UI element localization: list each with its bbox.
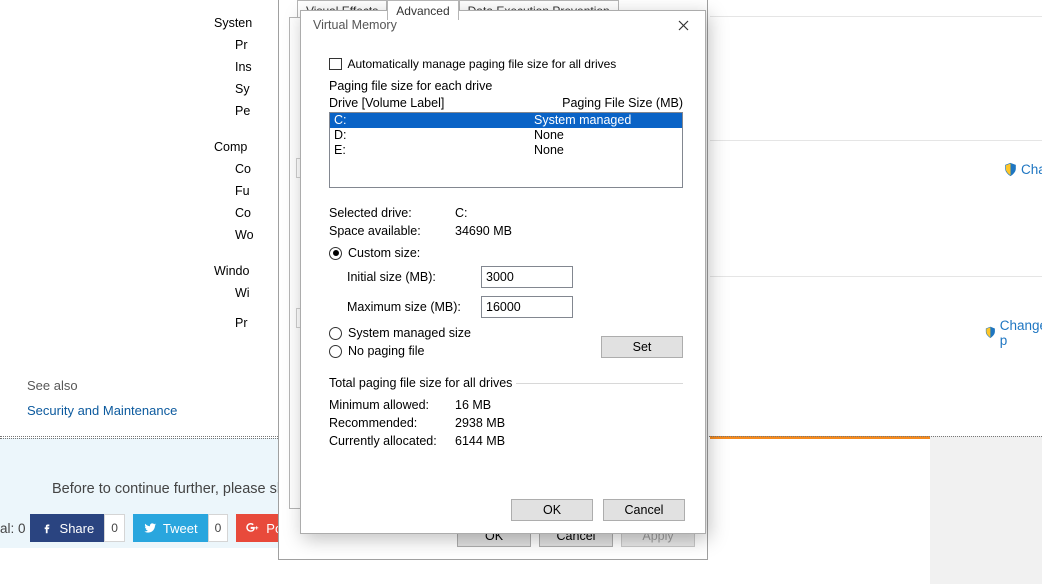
current-row: Currently allocated: 6144 MB [329,434,683,448]
min-allowed-row: Minimum allowed: 16 MB [329,398,683,412]
drive-name: D: [334,128,534,143]
bg-label: Pe [235,104,250,118]
google-plus-icon [246,521,260,535]
bg-label: Comp [214,140,247,154]
bg-label: Sy [235,82,250,96]
change-link[interactable]: Chang [1003,162,1042,177]
custom-size-label: Custom size: [348,246,420,260]
bg-label: Ins [235,60,252,74]
separator [710,140,1042,141]
selected-drive-row: Selected drive: C: [329,206,683,220]
space-available-label: Space available: [329,224,455,238]
sidebar-bg [930,436,1042,584]
totals-legend: Total paging file size for all drives [329,376,516,390]
min-allowed-label: Minimum allowed: [329,398,455,412]
selected-drive-value: C: [455,206,468,220]
no-paging-label: No paging file [348,344,424,358]
bg-label: Co [235,162,251,176]
twitter-tweet-button[interactable]: Tweet [133,514,208,542]
drive-row[interactable]: D: None [330,128,682,143]
facebook-icon [40,521,54,535]
drive-size: None [534,128,564,143]
initial-size-input[interactable] [481,266,573,288]
radio-icon [329,345,342,358]
change-link-text: Chang [1021,162,1042,177]
drive-size: None [534,143,564,158]
drives-group-label: Paging file size for each drive [329,79,683,93]
auto-manage-label: Automatically manage paging file size fo… [348,57,617,71]
bg-label: Windo [214,264,249,278]
drive-name: E: [334,143,534,158]
cancel-button[interactable]: Cancel [603,499,685,521]
total-label: al: 0 [0,521,26,536]
dialog-body: Automatically manage paging file size fo… [301,39,705,458]
bg-label: Systen [214,16,252,30]
separator [710,16,1042,17]
social-row: al: 0 Share 0 Tweet 0 Post [0,514,302,542]
min-allowed-value: 16 MB [455,398,491,412]
auto-manage-row[interactable]: Automatically manage paging file size fo… [329,57,683,71]
hdr-drive: Drive [Volume Label] [329,96,444,110]
facebook-share-button[interactable]: Share [30,514,105,542]
initial-size-label: Initial size (MB): [347,270,481,284]
initial-size-row: Initial size (MB): [347,266,683,288]
hdr-size: Paging File Size (MB) [562,96,683,110]
drive-size: System managed [534,113,631,128]
bg-label: Pr [235,316,248,330]
recommended-label: Recommended: [329,416,455,430]
shield-icon [984,326,997,341]
share-label: Share [60,521,95,536]
bg-label: Wi [235,286,250,300]
drive-list-headers: Drive [Volume Label] Paging File Size (M… [329,96,683,110]
close-icon [678,20,689,31]
shield-icon [1003,162,1018,177]
bg-label: Wo [235,228,254,242]
recommended-value: 2938 MB [455,416,505,430]
drive-list[interactable]: C: System managed D: None E: None [329,112,683,188]
space-available-value: 34690 MB [455,224,512,238]
bg-label: Fu [235,184,250,198]
dialog-button-row: OK Cancel [511,499,685,521]
space-available-row: Space available: 34690 MB [329,224,683,238]
change-product-link[interactable]: Change p [984,318,1042,348]
twitter-icon [143,521,157,535]
ok-button[interactable]: OK [511,499,593,521]
auto-manage-checkbox[interactable] [329,58,342,71]
see-also-label: See also [27,378,177,393]
tab-advanced[interactable]: Advanced [387,0,458,20]
max-size-label: Maximum size (MB): [347,300,481,314]
drive-row[interactable]: E: None [330,143,682,158]
dialog-title: Virtual Memory [313,18,397,32]
change-product-link-text: Change p [1000,318,1042,348]
virtual-memory-dialog: Virtual Memory Automatically manage pagi… [300,10,706,534]
security-maintenance-link[interactable]: Security and Maintenance [27,403,177,418]
radio-icon [329,247,342,260]
current-value: 6144 MB [455,434,505,448]
close-button[interactable] [665,13,701,37]
dialog-title-bar: Virtual Memory [301,11,705,39]
max-size-input[interactable] [481,296,573,318]
tweet-label: Tweet [163,521,198,536]
max-size-row: Maximum size (MB): [347,296,683,318]
bg-label: Co [235,206,251,220]
bg-label: Pr [235,38,248,52]
drive-name: C: [334,113,534,128]
totals-group: Total paging file size for all drives Mi… [329,376,683,448]
see-also-block: See also Security and Maintenance [27,378,177,418]
banner-message: Before to continue further, please sh [52,481,285,497]
selected-drive-label: Selected drive: [329,206,455,220]
system-managed-label: System managed size [348,326,471,340]
tweet-count: 0 [208,514,229,542]
recommended-row: Recommended: 2938 MB [329,416,683,430]
set-button[interactable]: Set [601,336,683,358]
current-label: Currently allocated: [329,434,455,448]
drive-row[interactable]: C: System managed [330,113,682,128]
radio-icon [329,327,342,340]
custom-size-radio[interactable]: Custom size: [329,246,683,260]
separator [710,276,1042,277]
share-count: 0 [104,514,125,542]
